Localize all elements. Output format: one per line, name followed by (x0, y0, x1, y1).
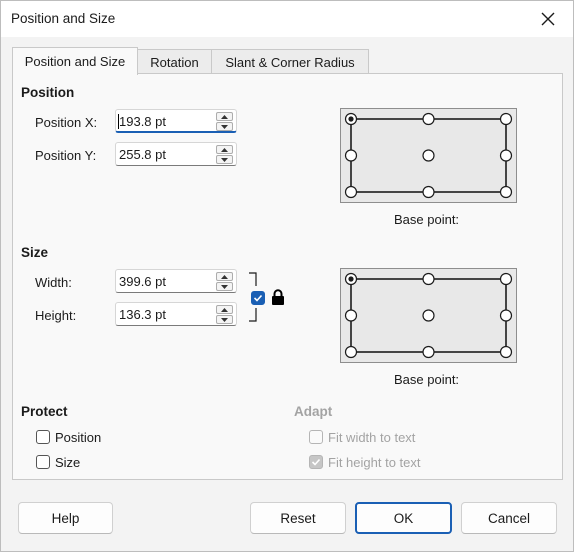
keep-ratio-checkbox[interactable] (251, 291, 265, 305)
protect-position-checkbox[interactable] (36, 430, 50, 444)
base-point-grid (344, 112, 513, 199)
increment-button[interactable] (216, 145, 233, 154)
adapt-section-title: Adapt (294, 404, 333, 419)
arrow-up-icon (221, 274, 228, 279)
decrement-button[interactable] (216, 315, 233, 324)
tab-label: Position and Size (24, 54, 126, 69)
close-button[interactable] (531, 5, 565, 33)
position-base-point-label: Base point: (394, 212, 460, 227)
base-point-radio-middle-right[interactable] (499, 309, 513, 322)
cancel-button-label: Cancel (487, 511, 531, 526)
base-point-radio-center[interactable] (422, 309, 435, 322)
base-point-radio-bottom-left[interactable] (344, 185, 358, 199)
title-bar: Position and Size (1, 1, 573, 37)
arrow-up-icon (221, 114, 228, 119)
increment-button[interactable] (216, 305, 233, 314)
size-base-point-selector (340, 268, 517, 363)
position-y-field[interactable]: 255.8 pt (115, 142, 237, 166)
position-y-value: 255.8 pt (119, 147, 166, 162)
arrow-down-icon (221, 124, 228, 129)
base-point-radio-top-right[interactable] (499, 112, 513, 126)
cancel-button[interactable]: Cancel (461, 502, 557, 534)
size-base-point-label: Base point: (394, 372, 460, 387)
width-field[interactable]: 399.6 pt (115, 269, 237, 293)
width-spinner (216, 272, 233, 291)
position-section-title: Position (21, 85, 75, 100)
fit-width-checkbox[interactable] (309, 430, 323, 444)
base-point-radio-middle-right[interactable] (499, 149, 513, 162)
base-point-radio-center[interactable] (422, 149, 435, 162)
base-point-radio-bottom-center[interactable] (422, 345, 435, 359)
decrement-button[interactable] (216, 282, 233, 291)
base-point-radio-middle-left[interactable] (344, 309, 358, 322)
position-x-value: 193.8 pt (119, 114, 166, 129)
tab-slant-corner-radius[interactable]: Slant & Corner Radius (211, 49, 369, 75)
position-base-point-selector (340, 108, 517, 203)
base-point-grid (344, 272, 513, 359)
checkmark-icon (253, 294, 263, 302)
dialog-title: Position and Size (11, 11, 116, 26)
tab-panel-position-and-size: Position Position X: 193.8 pt Position Y… (12, 73, 563, 480)
base-point-radio-bottom-left[interactable] (344, 345, 358, 359)
height-value: 136.3 pt (119, 307, 166, 322)
width-value: 399.6 pt (119, 274, 166, 289)
width-label: Width: (35, 275, 72, 290)
protect-size-checkbox[interactable] (36, 455, 50, 469)
tab-label: Rotation (150, 55, 199, 70)
checkmark-icon (311, 458, 321, 466)
base-point-radio-top-center[interactable] (422, 112, 435, 126)
help-button-label: Help (51, 511, 80, 526)
position-and-size-dialog: Position and Size Position and Size Rota… (0, 0, 574, 552)
protect-position-label: Position (55, 430, 102, 445)
arrow-down-icon (221, 317, 228, 322)
decrement-button[interactable] (216, 122, 233, 131)
fit-height-checkbox[interactable] (309, 455, 323, 469)
arrow-down-icon (221, 284, 228, 289)
position-y-spinner (216, 145, 233, 164)
protect-size-label: Size (55, 455, 81, 470)
size-section-title: Size (21, 245, 49, 260)
reset-button[interactable]: Reset (250, 502, 346, 534)
lock-icon (272, 289, 284, 305)
base-point-radio-top-left[interactable] (344, 112, 358, 126)
base-point-radio-top-left[interactable] (344, 272, 358, 286)
base-point-radio-bottom-right[interactable] (499, 345, 513, 359)
height-field[interactable]: 136.3 pt (115, 302, 237, 326)
help-button[interactable]: Help (18, 502, 113, 534)
tab-rotation[interactable]: Rotation (137, 49, 212, 75)
protect-section-title: Protect (21, 404, 68, 419)
arrow-up-icon (221, 147, 228, 152)
increment-button[interactable] (216, 112, 233, 121)
height-spinner (216, 305, 233, 324)
base-point-radio-top-right[interactable] (499, 272, 513, 286)
arrow-up-icon (221, 307, 228, 312)
tab-label: Slant & Corner Radius (225, 55, 355, 70)
base-point-radio-bottom-right[interactable] (499, 185, 513, 199)
ok-button-label: OK (393, 511, 414, 526)
position-x-field[interactable]: 193.8 pt (115, 109, 237, 133)
base-point-radio-middle-left[interactable] (344, 149, 358, 162)
ok-button[interactable]: OK (355, 502, 452, 534)
fit-width-label: Fit width to text (328, 430, 416, 445)
position-x-spinner (216, 112, 233, 131)
base-point-radio-bottom-center[interactable] (422, 185, 435, 199)
reset-button-label: Reset (280, 511, 316, 526)
arrow-down-icon (221, 157, 228, 162)
tab-position-and-size[interactable]: Position and Size (12, 47, 138, 75)
fit-height-label: Fit height to text (328, 455, 421, 470)
decrement-button[interactable] (216, 155, 233, 164)
close-icon (541, 12, 555, 26)
position-x-label: Position X: (35, 115, 98, 130)
position-y-label: Position Y: (35, 148, 97, 163)
base-point-radio-top-center[interactable] (422, 272, 435, 286)
increment-button[interactable] (216, 272, 233, 281)
height-label: Height: (35, 308, 77, 323)
